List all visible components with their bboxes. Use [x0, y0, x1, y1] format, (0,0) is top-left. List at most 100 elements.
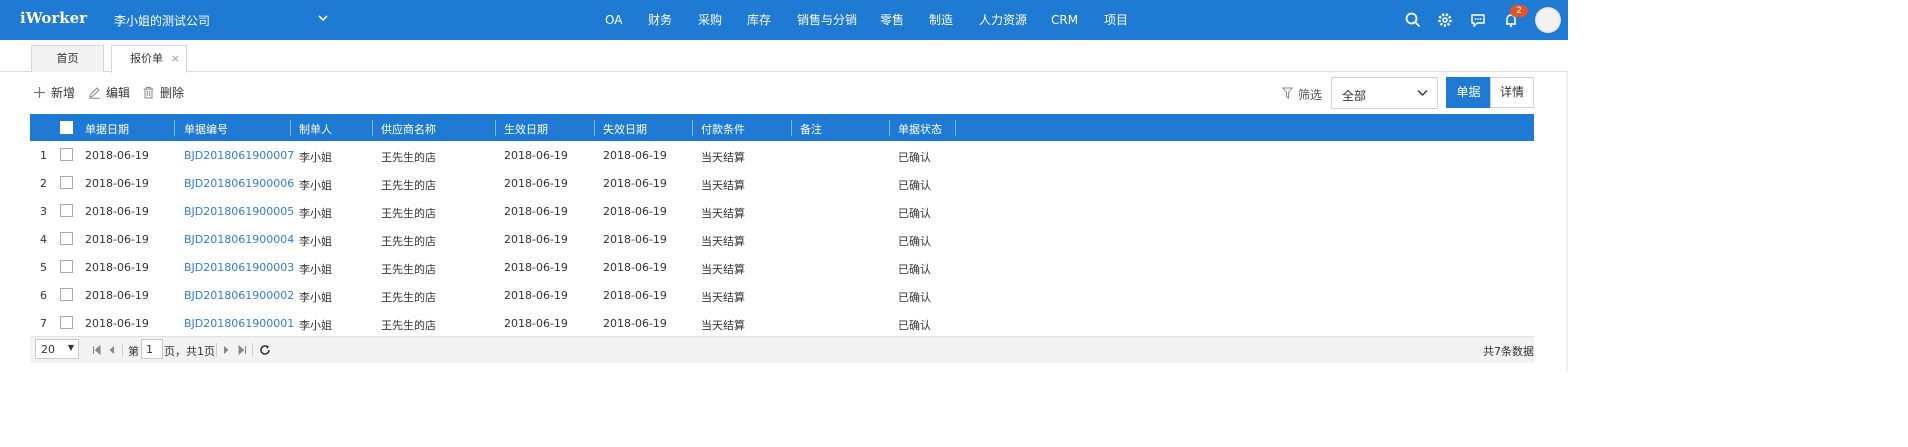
table-row[interactable]: 2 2018-06-19 BJD2018061900006 李小姐 王先生的店 2018-…	[30, 169, 1534, 197]
nav-item-project[interactable]: 项目	[1104, 0, 1128, 40]
cell-supplier: 王先生的店	[381, 207, 436, 220]
edit-button[interactable]: 编辑	[88, 85, 132, 101]
gear-icon[interactable]	[1436, 11, 1454, 29]
col-divider[interactable]	[692, 120, 693, 136]
col-divider[interactable]	[889, 120, 890, 136]
table-row[interactable]: 4 2018-06-19 BJD2018061900004 李小姐 王先生的店 2018-…	[30, 225, 1534, 253]
add-button[interactable]: 新增	[33, 85, 77, 101]
cell-terms: 当天结算	[701, 151, 745, 164]
cell-start: 2018-06-19	[504, 177, 568, 190]
col-header-date[interactable]: 单据日期	[85, 121, 129, 137]
page-number-input[interactable]: 1	[141, 339, 163, 359]
cell-date: 2018-06-19	[85, 205, 149, 218]
col-header-start-date[interactable]: 生效日期	[504, 121, 548, 137]
row-checkbox[interactable]	[60, 148, 73, 161]
cell-terms: 当天结算	[701, 179, 745, 192]
tab-quotation[interactable]: 报价单 ×	[111, 45, 187, 73]
first-page-icon[interactable]	[92, 345, 101, 355]
cell-supplier: 王先生的店	[381, 291, 436, 304]
nav-item-sales[interactable]: 销售与分销	[797, 0, 857, 40]
cell-end: 2018-06-19	[603, 233, 667, 246]
cell-start: 2018-06-19	[504, 289, 568, 302]
col-divider[interactable]	[290, 120, 291, 136]
nav-item-inventory[interactable]: 库存	[747, 0, 771, 40]
col-header-code[interactable]: 单据编号	[184, 121, 228, 137]
company-switcher-label[interactable]: 李小姐的测试公司	[114, 12, 210, 29]
table-row[interactable]: 6 2018-06-19 BJD2018061900002 李小姐 王先生的店 2018-…	[30, 281, 1534, 309]
col-divider[interactable]	[174, 120, 175, 136]
nav-item-retail[interactable]: 零售	[880, 0, 904, 40]
col-divider[interactable]	[495, 120, 496, 136]
cell-code[interactable]: BJD2018061900003	[184, 261, 294, 274]
cell-end: 2018-06-19	[603, 177, 667, 190]
refresh-icon[interactable]	[259, 344, 271, 356]
avatar[interactable]	[1535, 7, 1561, 33]
cell-code[interactable]: BJD2018061900002	[184, 289, 294, 302]
nav-item-hr[interactable]: 人力资源	[979, 0, 1027, 40]
cell-code[interactable]: BJD2018061900004	[184, 233, 294, 246]
nav-item-finance[interactable]: 财务	[648, 0, 672, 40]
row-checkbox[interactable]	[60, 316, 73, 329]
filter-select[interactable]: 全部	[1331, 77, 1438, 109]
cell-code[interactable]: BJD2018061900001	[184, 317, 294, 330]
col-header-maker[interactable]: 制单人	[299, 121, 332, 137]
filter-icon[interactable]	[1282, 87, 1293, 99]
row-checkbox[interactable]	[60, 176, 73, 189]
next-page-icon[interactable]	[222, 345, 231, 355]
view-doc-button[interactable]: 单据	[1446, 77, 1491, 108]
tab-home[interactable]: 首页	[31, 45, 104, 72]
cell-date: 2018-06-19	[85, 233, 149, 246]
nav-item-manufacturing[interactable]: 制造	[929, 0, 953, 40]
app-logo[interactable]: iWorker	[20, 9, 87, 27]
page-suffix: 页，共1页	[164, 345, 215, 358]
col-divider[interactable]	[955, 120, 956, 136]
table-row[interactable]: 5 2018-06-19 BJD2018061900003 李小姐 王先生的店 2018-…	[30, 253, 1534, 281]
row-checkbox[interactable]	[60, 260, 73, 273]
cell-terms: 当天结算	[701, 319, 745, 332]
col-divider[interactable]	[594, 120, 595, 136]
table-row[interactable]: 7 2018-06-19 BJD2018061900001 李小姐 王先生的店 2018-…	[30, 309, 1534, 337]
chat-icon[interactable]	[1469, 11, 1487, 29]
col-header-supplier[interactable]: 供应商名称	[381, 121, 436, 137]
cell-code[interactable]: BJD2018061900007	[184, 149, 294, 162]
cell-code[interactable]: BJD2018061900006	[184, 177, 294, 190]
cell-supplier: 王先生的店	[381, 319, 436, 332]
chevron-down-icon[interactable]	[317, 12, 329, 24]
col-header-end-date[interactable]: 失效日期	[603, 121, 647, 137]
cell-code[interactable]: BJD2018061900005	[184, 205, 294, 218]
nav-item-oa[interactable]: OA	[605, 0, 622, 40]
row-checkbox[interactable]	[60, 204, 73, 217]
col-header-terms[interactable]: 付款条件	[701, 121, 745, 137]
delete-button[interactable]: 删除	[142, 85, 186, 101]
page-size-select[interactable]: 20 ▼	[35, 339, 79, 359]
cell-start: 2018-06-19	[504, 149, 568, 162]
search-icon[interactable]	[1404, 11, 1422, 29]
tab-home-label: 首页	[56, 52, 79, 65]
col-divider[interactable]	[791, 120, 792, 136]
nav-item-purchase[interactable]: 采购	[698, 0, 722, 40]
last-page-icon[interactable]	[238, 345, 247, 355]
cell-maker: 李小姐	[299, 319, 332, 332]
table-row[interactable]: 1 2018-06-19 BJD2018061900007 李小姐 王先生的店 2018-…	[30, 141, 1534, 169]
prev-page-icon[interactable]	[107, 345, 116, 355]
row-checkbox[interactable]	[60, 232, 73, 245]
delete-button-label: 删除	[160, 86, 185, 100]
cell-supplier: 王先生的店	[381, 235, 436, 248]
close-icon[interactable]: ×	[171, 46, 180, 72]
row-checkbox[interactable]	[60, 288, 73, 301]
table-row[interactable]: 3 2018-06-19 BJD2018061900005 李小姐 王先生的店 2018-…	[30, 197, 1534, 225]
cell-end: 2018-06-19	[603, 261, 667, 274]
col-header-remark[interactable]: 备注	[800, 121, 822, 137]
select-all-checkbox[interactable]	[60, 121, 73, 134]
nav-item-crm[interactable]: CRM	[1051, 0, 1078, 40]
cell-maker: 李小姐	[299, 179, 332, 192]
col-header-status[interactable]: 单据状态	[898, 121, 942, 137]
cell-terms: 当天结算	[701, 235, 745, 248]
cell-supplier: 王先生的店	[381, 179, 436, 192]
cell-date: 2018-06-19	[85, 177, 149, 190]
col-divider[interactable]	[372, 120, 373, 136]
cell-start: 2018-06-19	[504, 233, 568, 246]
pagination-bar: 20 ▼ 第 1 页，共1页 共7条数据	[30, 336, 1534, 363]
filter-label[interactable]: 筛选	[1298, 86, 1322, 103]
view-detail-button[interactable]: 详情	[1490, 77, 1534, 108]
